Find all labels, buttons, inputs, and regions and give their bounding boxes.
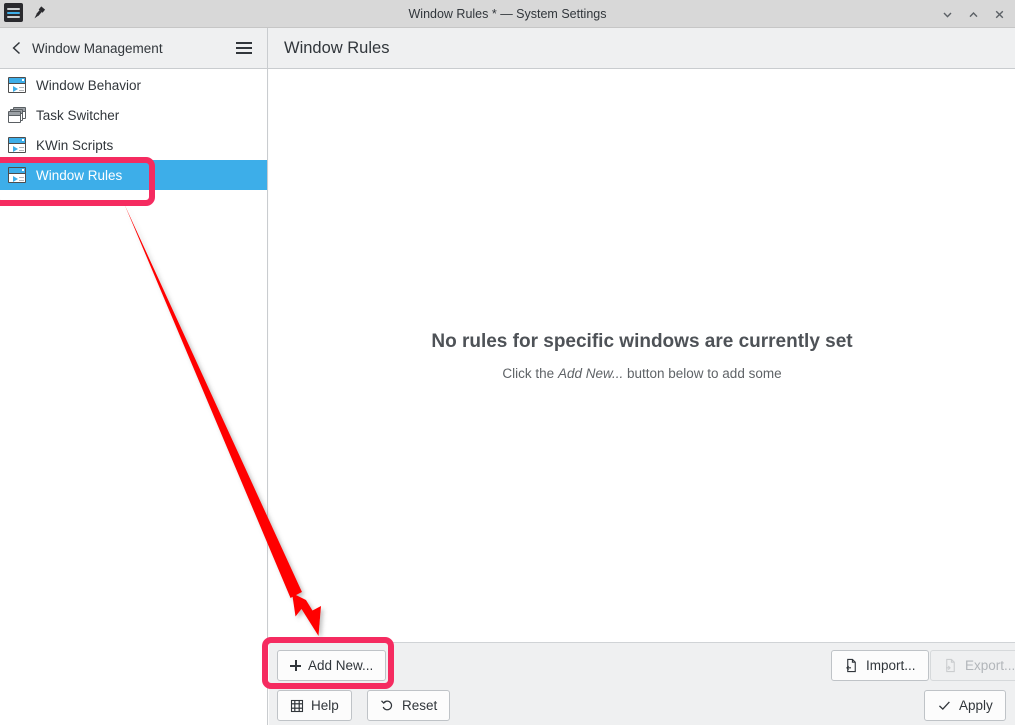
sidebar-item-task-switcher[interactable]: Task Switcher xyxy=(0,100,267,130)
help-book-icon xyxy=(290,699,304,713)
sidebar-item-label: Window Behavior xyxy=(36,77,142,93)
maximize-button[interactable] xyxy=(961,2,985,26)
apply-label: Apply xyxy=(959,698,993,713)
reset-label: Reset xyxy=(402,698,438,713)
help-label: Help xyxy=(311,698,339,713)
hamburger-menu-icon[interactable] xyxy=(231,35,257,61)
undo-arrow-icon xyxy=(380,698,395,713)
system-settings-window: Window Rules * — System Settings Window … xyxy=(0,0,1015,725)
sidebar-item-kwin-scripts[interactable]: KWin Scripts xyxy=(0,130,267,160)
window-title: Window Rules * — System Settings xyxy=(408,7,607,21)
add-new-button[interactable]: Add New... xyxy=(277,650,387,681)
add-new-toolbar: Add New... Import... Export... xyxy=(269,642,1015,687)
sidebar-item-label: KWin Scripts xyxy=(36,137,114,153)
window-controls xyxy=(935,0,1011,28)
add-new-label: Add New... xyxy=(308,658,374,673)
window-icon xyxy=(8,136,27,155)
export-button: Export... xyxy=(930,650,1015,681)
import-label: Import... xyxy=(866,658,916,673)
bottom-toolbar: Help Reset Apply xyxy=(269,687,1015,725)
header-bar: Window Management Window Rules xyxy=(0,28,1015,69)
breadcrumb[interactable]: Window Management xyxy=(32,41,163,56)
sidebar: Window Behavior Task Switcher KWin Scrip… xyxy=(0,69,268,725)
window-stack-icon xyxy=(8,106,27,125)
titlebar: Window Rules * — System Settings xyxy=(0,0,1015,28)
window-icon xyxy=(8,76,27,95)
reset-button[interactable]: Reset xyxy=(367,690,451,721)
header-right: Window Rules xyxy=(268,28,389,68)
plus-icon xyxy=(290,660,301,671)
empty-state-title: No rules for specific windows are curren… xyxy=(431,330,853,352)
minimize-button[interactable] xyxy=(935,2,959,26)
import-button[interactable]: Import... xyxy=(831,650,929,681)
empty-sub-emphasis: Add New... xyxy=(557,365,624,381)
close-button[interactable] xyxy=(987,2,1011,26)
empty-sub-suffix: button below to add some xyxy=(623,365,782,381)
main-content: No rules for specific windows are curren… xyxy=(269,69,1015,642)
header-left: Window Management xyxy=(0,28,268,68)
document-export-icon xyxy=(943,658,958,673)
back-button[interactable] xyxy=(4,35,30,61)
export-label: Export... xyxy=(965,658,1015,673)
empty-sub-prefix: Click the xyxy=(502,365,558,381)
sidebar-item-label: Task Switcher xyxy=(36,107,120,123)
checkmark-icon xyxy=(937,698,952,713)
sidebar-item-window-rules[interactable]: Window Rules xyxy=(0,160,267,190)
document-import-icon xyxy=(844,658,859,673)
apply-button[interactable]: Apply xyxy=(924,690,1006,721)
window-icon xyxy=(8,166,27,185)
help-button[interactable]: Help xyxy=(277,690,352,721)
sidebar-item-window-behavior[interactable]: Window Behavior xyxy=(0,70,267,100)
page-title: Window Rules xyxy=(284,38,390,57)
empty-state-subtitle: Click the Add New... button below to add… xyxy=(502,366,781,381)
sidebar-item-label: Window Rules xyxy=(36,167,123,183)
